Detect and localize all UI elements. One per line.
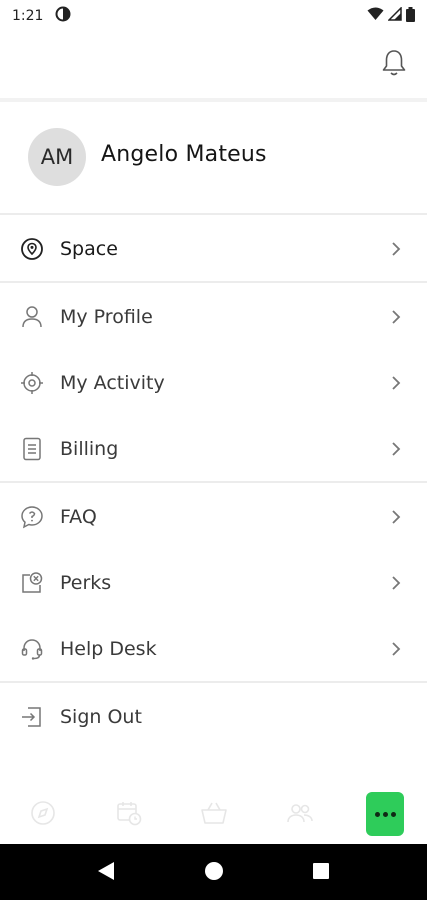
status-bar: 1:21 — [0, 0, 427, 32]
bottom-tab-bar — [0, 786, 427, 844]
tab-explore[interactable] — [28, 800, 58, 830]
menu-item-label: My Activity — [60, 372, 165, 394]
battery-icon — [406, 6, 415, 26]
home-button[interactable] — [203, 862, 225, 884]
data-saver-icon — [55, 6, 71, 26]
menu-item-label: Perks — [60, 572, 112, 594]
menu-item-label: My Profile — [60, 306, 153, 328]
tab-community[interactable] — [285, 800, 315, 830]
chevron-right-icon — [389, 307, 403, 327]
people-icon — [286, 801, 314, 829]
divider — [0, 681, 427, 683]
avatar-initials: AM — [40, 145, 74, 169]
menu-item-label: FAQ — [60, 506, 97, 528]
menu-item-my-profile[interactable]: My Profile — [0, 284, 427, 350]
basket-icon — [200, 800, 228, 830]
back-triangle-icon — [97, 861, 115, 885]
menu-item-my-activity[interactable]: My Activity — [0, 350, 427, 416]
location-pin-icon — [20, 237, 44, 261]
menu-item-perks[interactable]: Perks — [0, 550, 427, 616]
menu-item-label: Space — [60, 238, 118, 260]
chevron-right-icon — [389, 439, 403, 459]
status-time: 1:21 — [12, 8, 44, 24]
calendar-clock-icon — [115, 799, 143, 831]
recents-button[interactable] — [310, 862, 332, 884]
coupon-icon — [20, 571, 44, 595]
menu-item-label: Sign Out — [60, 706, 142, 728]
menu-item-help-desk[interactable]: Help Desk — [0, 616, 427, 682]
system-navigation-bar — [0, 844, 427, 900]
menu-item-label: Help Desk — [60, 638, 157, 660]
cell-signal-icon — [387, 6, 402, 25]
chevron-right-icon — [389, 507, 403, 527]
menu-item-faq[interactable]: FAQ — [0, 484, 427, 550]
bell-icon — [381, 48, 407, 82]
chevron-right-icon — [389, 639, 403, 659]
user-icon — [20, 305, 44, 329]
chevron-right-icon — [389, 373, 403, 393]
tab-bookings[interactable] — [114, 800, 144, 830]
tab-shop[interactable] — [199, 800, 229, 830]
more-icon — [374, 811, 396, 817]
chevron-right-icon — [389, 239, 403, 259]
notifications-button[interactable] — [379, 48, 409, 82]
compass-icon — [30, 800, 56, 830]
recents-square-icon — [312, 862, 330, 884]
avatar[interactable]: AM — [28, 128, 86, 186]
headset-icon — [20, 637, 44, 661]
menu-item-billing[interactable]: Billing — [0, 416, 427, 482]
divider — [0, 481, 427, 483]
divider — [0, 281, 427, 283]
divider — [0, 213, 427, 215]
home-circle-icon — [204, 861, 224, 885]
profile-name: Angelo Mateus — [101, 142, 267, 167]
profile-card[interactable]: AM Angelo Mateus — [0, 102, 427, 214]
document-icon — [20, 437, 44, 461]
header — [0, 32, 427, 98]
sign-out-icon — [20, 705, 44, 729]
menu-item-space[interactable]: Space — [0, 216, 427, 282]
menu-item-sign-out[interactable]: Sign Out — [0, 684, 427, 750]
tab-more[interactable] — [366, 792, 404, 836]
crosshair-icon — [20, 371, 44, 395]
question-bubble-icon — [20, 505, 44, 529]
chevron-right-icon — [389, 573, 403, 593]
back-button[interactable] — [95, 862, 117, 884]
menu-item-label: Billing — [60, 438, 119, 460]
wifi-icon — [367, 7, 384, 25]
